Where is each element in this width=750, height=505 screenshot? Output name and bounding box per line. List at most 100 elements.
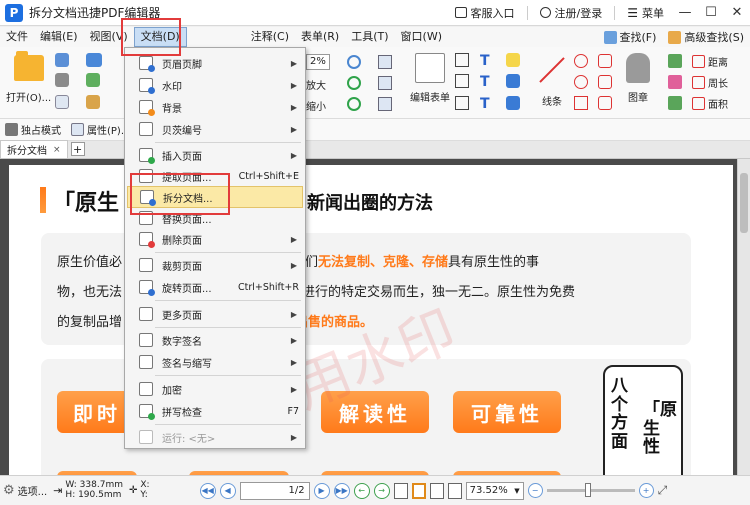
menu-item-split-document[interactable]: 拆分文档... bbox=[127, 186, 303, 208]
service-entry-link[interactable]: 客服入口 bbox=[447, 5, 523, 21]
pencil-icon[interactable] bbox=[668, 54, 682, 68]
hand-icon[interactable] bbox=[86, 95, 100, 109]
menu-item-crop-page[interactable]: 裁剪页面 ▶ bbox=[127, 254, 303, 276]
menu-window[interactable]: 窗口(W) bbox=[395, 27, 448, 47]
attach-icon[interactable] bbox=[506, 74, 520, 88]
eraser-icon[interactable] bbox=[668, 75, 682, 89]
find-button[interactable]: 查找(F) bbox=[598, 29, 663, 45]
zoom-level-select[interactable]: 73.52% ▼ bbox=[465, 481, 524, 500]
facing-view-icon[interactable] bbox=[429, 482, 444, 499]
zoom-select[interactable]: 2% bbox=[306, 54, 330, 70]
cloud-shape-icon[interactable] bbox=[598, 75, 612, 89]
rectangle-icon[interactable] bbox=[574, 96, 588, 110]
menu-item-header-footer[interactable]: 页眉页脚 ▶ bbox=[127, 52, 303, 74]
continuous-facing-view-icon[interactable] bbox=[447, 482, 462, 499]
menu-file[interactable]: 文件 bbox=[0, 27, 34, 47]
hexagon-icon[interactable] bbox=[598, 96, 612, 110]
select-icon[interactable] bbox=[378, 55, 392, 69]
image-tool-icon[interactable] bbox=[378, 97, 392, 111]
menu-item-more-pages[interactable]: 更多页面 ▶ bbox=[127, 303, 303, 325]
menu-comment[interactable]: 注释(C) bbox=[245, 27, 295, 47]
zoom-in-icon[interactable]: + bbox=[638, 483, 654, 498]
sound-icon[interactable] bbox=[506, 96, 520, 110]
fit-page-icon[interactable]: ⤢ bbox=[658, 483, 668, 498]
continuous-view-icon[interactable] bbox=[411, 482, 426, 499]
scrollbar-thumb[interactable] bbox=[740, 173, 748, 233]
zoom-slider[interactable] bbox=[546, 483, 635, 497]
menu-form[interactable]: 表单(R) bbox=[295, 27, 345, 47]
line-button[interactable]: 线条 bbox=[535, 55, 569, 108]
menu-tools[interactable]: 工具(T) bbox=[345, 27, 394, 47]
menu-edit[interactable]: 编辑(E) bbox=[34, 27, 84, 47]
text-field-icon[interactable] bbox=[455, 53, 469, 67]
text-box-icon[interactable]: T bbox=[480, 53, 494, 69]
document-viewport[interactable]: 「原生 新闻出圈的方法 原生价值必成品质。人们无法复制、克隆、存储具有原生性的事… bbox=[0, 159, 750, 477]
perimeter-button[interactable]: 周长 bbox=[692, 75, 728, 90]
next-page-icon[interactable]: ▶ bbox=[313, 482, 330, 499]
typewriter-icon[interactable]: T bbox=[480, 74, 494, 90]
note-icon[interactable] bbox=[506, 53, 520, 67]
undo-icon[interactable] bbox=[86, 73, 100, 87]
user-icon bbox=[539, 7, 551, 18]
circle-icon[interactable] bbox=[574, 75, 588, 89]
menu-item-delete-page[interactable]: 删除页面 ▶ bbox=[127, 228, 303, 250]
zoom-out-button[interactable]: 缩小 bbox=[306, 98, 326, 113]
add-tab-button[interactable]: + bbox=[70, 142, 85, 156]
stamp-button[interactable]: 图章 bbox=[626, 53, 650, 104]
vertical-text-right: 「原生性 bbox=[643, 400, 677, 458]
single-page-view-icon[interactable] bbox=[393, 482, 408, 499]
maximize-button[interactable]: ☐ bbox=[698, 0, 724, 26]
document-tab[interactable]: 拆分文档 × bbox=[0, 140, 68, 158]
zoom-plus-icon[interactable] bbox=[347, 55, 361, 69]
page-icon[interactable] bbox=[55, 95, 69, 109]
radio-field-icon[interactable] bbox=[455, 96, 469, 110]
menu-document[interactable]: 文档(D) bbox=[133, 27, 187, 47]
highlight-icon[interactable] bbox=[668, 96, 682, 110]
ellipse-icon[interactable] bbox=[574, 54, 588, 68]
vertical-scrollbar[interactable] bbox=[737, 159, 750, 475]
minimize-button[interactable]: — bbox=[672, 0, 698, 26]
rotate-ccw-icon[interactable] bbox=[347, 97, 361, 111]
menu-item-watermark[interactable]: 水印 ▶ bbox=[127, 74, 303, 96]
text-tool-icon[interactable] bbox=[378, 76, 392, 90]
menu-item-spell-check[interactable]: 拼写检查 F7 bbox=[127, 400, 303, 422]
advanced-find-button[interactable]: 高级查找(S) bbox=[662, 29, 750, 45]
menu-item-run[interactable]: 运行: <无> ▶ bbox=[127, 426, 303, 448]
menu-item-insert-page[interactable]: 插入页面 ▶ bbox=[127, 144, 303, 166]
menu-item-background[interactable]: 背景 ▶ bbox=[127, 96, 303, 118]
menu-item-encrypt[interactable]: 加密 ▶ bbox=[127, 378, 303, 400]
menu-item-bates-number[interactable]: 贝茨编号 ▶ bbox=[127, 118, 303, 140]
edit-form-button[interactable]: 编辑表单 bbox=[410, 53, 450, 104]
close-button[interactable]: ✕ bbox=[724, 0, 750, 26]
tab-close-icon[interactable]: × bbox=[53, 145, 61, 155]
zoom-slider-knob[interactable] bbox=[584, 483, 591, 497]
menu-button[interactable]: ☰ 菜单 bbox=[619, 5, 672, 21]
page-number-input[interactable]: 1/2 bbox=[239, 481, 310, 500]
menu-view[interactable]: 视图(V) bbox=[84, 27, 134, 47]
back-icon[interactable]: ← bbox=[353, 482, 370, 499]
open-button[interactable]: 打开(O)... bbox=[6, 51, 51, 104]
last-page-icon[interactable]: ▶▶ bbox=[333, 482, 350, 499]
menu-item-rotate-page[interactable]: 旋转页面... Ctrl+Shift+R bbox=[127, 276, 303, 298]
save-icon[interactable] bbox=[55, 53, 69, 67]
login-link[interactable]: 注册/登录 bbox=[532, 5, 611, 21]
menu-item-replace-page[interactable]: 替换页面... bbox=[127, 207, 303, 229]
distance-button[interactable]: 距离 bbox=[692, 54, 728, 69]
first-page-icon[interactable]: ◀◀ bbox=[199, 482, 216, 499]
print-icon[interactable] bbox=[55, 73, 69, 87]
checkbox-field-icon[interactable] bbox=[455, 74, 469, 88]
menu-item-digital-signature[interactable]: 数字签名 ▶ bbox=[127, 329, 303, 351]
rotate-cw-icon[interactable] bbox=[347, 76, 361, 90]
zoom-in-button[interactable]: 放大 bbox=[306, 77, 326, 92]
area-button[interactable]: 面积 bbox=[692, 96, 728, 111]
cloud-icon[interactable] bbox=[86, 53, 102, 67]
exclusive-mode-button[interactable]: 独占模式 bbox=[0, 122, 66, 137]
options-button[interactable]: ⚙ 选项... bbox=[0, 483, 50, 498]
prev-page-icon[interactable]: ◀ bbox=[219, 482, 236, 499]
menu-item-sign-initial[interactable]: 签名与缩写 ▶ bbox=[127, 351, 303, 373]
menu-item-extract-page[interactable]: 提取页面... Ctrl+Shift+E bbox=[127, 165, 303, 187]
polygon-icon[interactable] bbox=[598, 54, 612, 68]
forward-icon[interactable]: → bbox=[373, 482, 390, 499]
callout-icon[interactable]: T bbox=[480, 96, 494, 112]
zoom-out-icon[interactable]: − bbox=[527, 483, 543, 498]
